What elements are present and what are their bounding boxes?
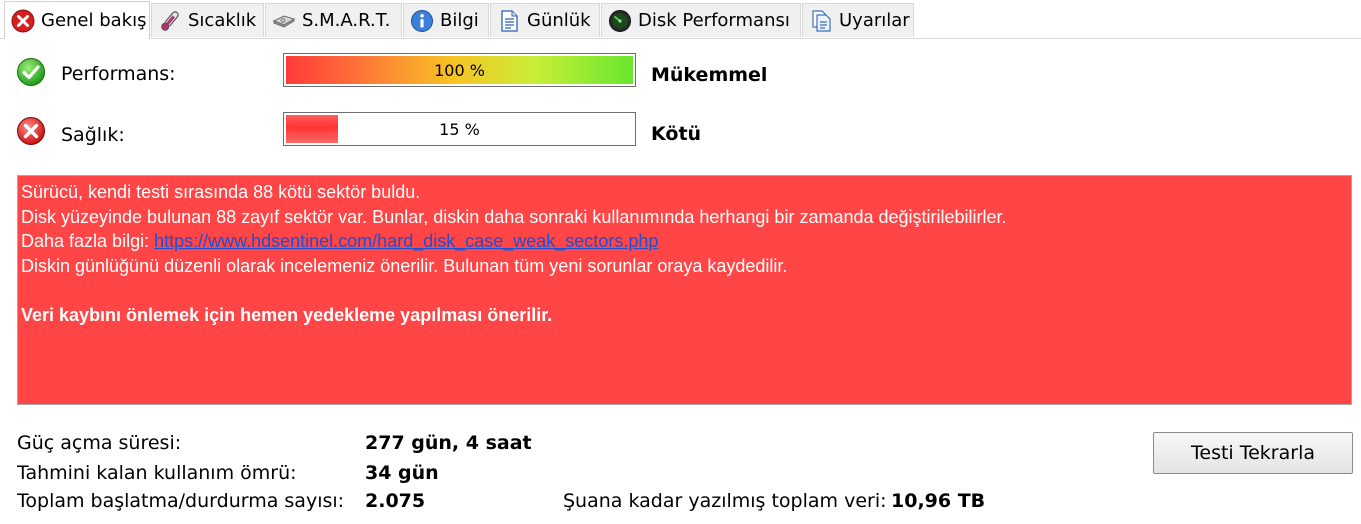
alerts-icon [812,9,831,32]
health-percent: 15 % [439,119,480,139]
tab-label: Bilgi [440,10,479,31]
performance-label: Performans: [61,63,176,85]
message-spacer [21,278,1348,303]
message-line-2: Disk yüzeyinde bulunan 88 zayıf sektör v… [21,206,1007,227]
message-line-3: Daha fazla bilgi: https://www.hdsentinel… [21,229,1348,254]
tab-label: Günlük [527,10,591,31]
health-label: Sağlık: [61,124,125,146]
start-stop-label: Toplam başlatma/durdurma sayısı: [17,490,345,512]
log-icon [501,9,518,32]
more-info-label: Daha fazla bilgi: [21,231,155,251]
tab-label: Sıcaklık [188,10,257,31]
health-state: Kötü [651,123,702,145]
remaining-life-value: 34 gün [365,462,439,484]
tab-disk-performance[interactable]: Disk Performansı [601,3,801,37]
message-line-4: Diskin günlüğünü düzenli olarak inceleme… [21,255,788,276]
tab-smart[interactable]: S.M.A.R.T. [265,3,402,37]
info-icon [411,9,433,32]
written-data-label: Şuana kadar yazılmış toplam veri: [563,490,887,512]
tab-label: Uyarılar [839,10,910,31]
written-data-value: 10,96 TB [891,490,986,512]
retest-button[interactable]: Testi Tekrarla [1153,432,1353,474]
error-icon [11,9,35,32]
tab-temperature[interactable]: Sıcaklık [151,3,264,37]
power-on-label: Güç açma süresi: [17,432,182,454]
tab-log[interactable]: Günlük [490,3,600,37]
backup-warning: Veri kaybını önlemek için hemen yedeklem… [21,304,553,325]
ok-icon [17,58,45,86]
gauge-icon [609,9,631,32]
start-stop-value: 2.075 [365,490,426,512]
performance-bar: 100 % [283,53,636,87]
power-on-value: 277 gün, 4 saat [365,432,532,454]
status-message-panel: Sürücü, kendi testi sırasında 88 kötü se… [17,175,1352,405]
message-line-1: Sürücü, kendi testi sırasında 88 kötü se… [21,182,421,202]
tab-label: Genel bakış [41,10,147,31]
tab-alerts[interactable]: Uyarılar [802,3,914,37]
remaining-life-label: Tahmini kalan kullanım ömrü: [17,462,297,484]
weak-sectors-link[interactable]: https://www.hdsentinel.com/hard_disk_cas… [154,231,658,251]
performance-state: Mükemmel [651,64,768,86]
health-bar: 15 % [283,112,636,146]
tab-label: S.M.A.R.T. [302,10,391,31]
tab-info[interactable]: Bilgi [403,3,489,37]
drive-icon [272,14,296,28]
thermometer-icon [161,10,179,31]
tab-label: Disk Performansı [638,10,790,31]
error-icon [17,117,45,145]
performance-percent: 100 % [434,60,485,80]
tab-bar: Genel bakış Sıcaklık S.M.A.R.T. Bilgi Gü… [0,0,1361,39]
tab-overview[interactable]: Genel bakış [4,1,150,39]
